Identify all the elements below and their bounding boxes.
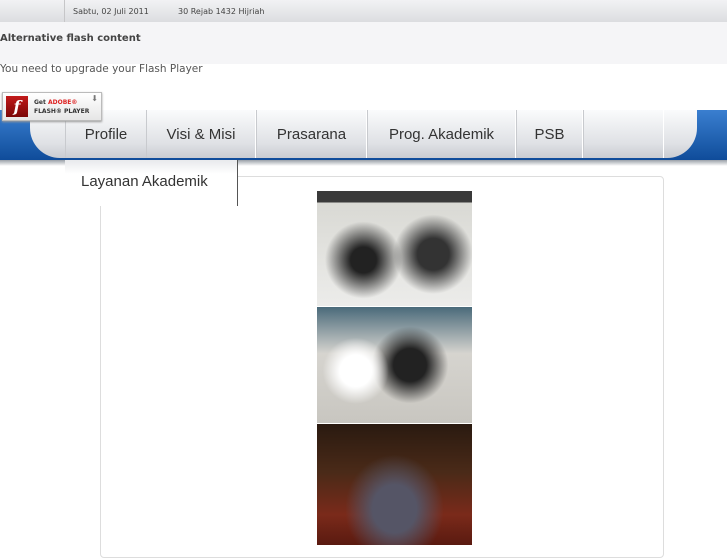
top-bar: Sabtu, 02 Juli 2011 30 Rejab 1432 Hijria… bbox=[0, 0, 727, 23]
submenu-layanan-akademik[interactable]: Layanan Akademik bbox=[65, 160, 238, 206]
flash-upgrade-message: You need to upgrade your Flash Player bbox=[0, 63, 203, 75]
nav-prasarana[interactable]: Prasarana bbox=[256, 110, 367, 158]
nav-psb[interactable]: PSB bbox=[516, 110, 583, 158]
nav-visi-misi[interactable]: Visi & Misi bbox=[146, 110, 256, 158]
photo-teacher-with-students bbox=[317, 307, 472, 423]
flash-logo-icon: f bbox=[6, 96, 28, 117]
gregorian-date: Sabtu, 02 Juli 2011 bbox=[73, 7, 149, 16]
photo-students-discussion bbox=[317, 191, 472, 306]
nav-prog-akademik[interactable]: Prog. Akademik bbox=[367, 110, 516, 158]
download-arrow-icon: ⬇ bbox=[91, 94, 98, 103]
photo-hall-gathering bbox=[317, 424, 472, 545]
hijri-date: 30 Rejab 1432 Hijriah bbox=[178, 7, 265, 16]
nav-empty bbox=[583, 110, 664, 158]
get-flash-player-button[interactable]: f Get ADOBE® FLASH® PLAYER ⬇ bbox=[2, 92, 102, 121]
flash-fallback-title: Alternative flash content bbox=[0, 33, 141, 44]
divider bbox=[64, 0, 65, 22]
